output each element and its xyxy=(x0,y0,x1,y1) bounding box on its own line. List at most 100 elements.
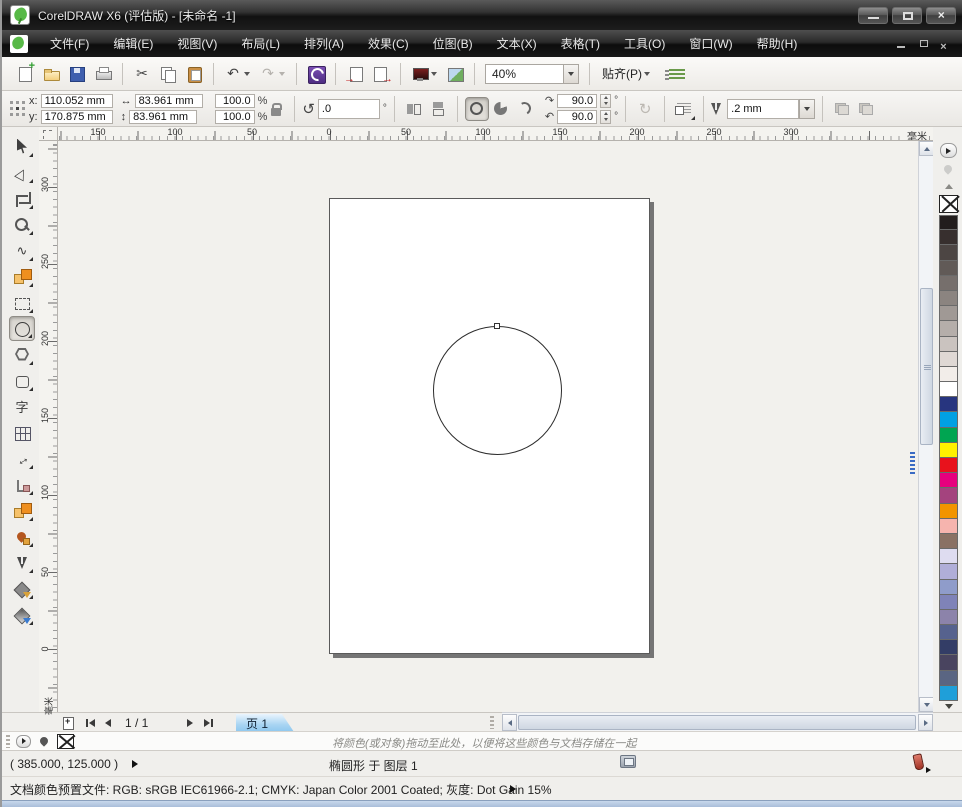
blend-tool[interactable] xyxy=(9,498,35,523)
color-swatch[interactable] xyxy=(939,275,958,291)
outline-indicator-flyout-icon[interactable] xyxy=(926,767,931,773)
menu-item[interactable]: 文本(X) xyxy=(485,30,549,57)
menu-item[interactable]: 文件(F) xyxy=(38,30,101,57)
scroll-down-button[interactable] xyxy=(919,697,934,712)
paste-button[interactable] xyxy=(181,62,207,86)
ellipse-mode-button[interactable] xyxy=(464,96,489,121)
smart-fill-tool[interactable] xyxy=(9,264,35,289)
welcome-screen-button[interactable] xyxy=(442,62,468,86)
menu-item[interactable]: 排列(A) xyxy=(292,30,356,57)
start-angle-field[interactable]: 90.0 xyxy=(557,93,598,108)
color-swatch[interactable] xyxy=(939,215,958,231)
straight-line-connector-tool[interactable] xyxy=(9,472,35,497)
menu-item[interactable]: 布局(L) xyxy=(229,30,292,57)
close-button[interactable]: × xyxy=(926,6,956,24)
color-swatch[interactable] xyxy=(939,366,958,383)
document-palette-eyedropper-icon[interactable] xyxy=(37,734,51,748)
color-swatch[interactable] xyxy=(939,382,958,398)
object-height-field[interactable]: 83.961 mm xyxy=(129,109,198,124)
save-button[interactable] xyxy=(64,62,90,86)
coords-flyout-icon[interactable] xyxy=(132,760,138,768)
document-palette-no-color-swatch[interactable] xyxy=(57,733,74,749)
outline-width-dropdown[interactable] xyxy=(799,98,816,119)
text-tool[interactable]: 字 xyxy=(9,394,35,419)
color-swatch[interactable] xyxy=(939,336,958,352)
y-position-field[interactable]: 170.875 mm xyxy=(40,109,113,124)
color-swatch[interactable] xyxy=(939,412,958,428)
document-palette-flyout-button[interactable] xyxy=(16,734,31,748)
color-swatch[interactable] xyxy=(939,397,958,413)
undo-button[interactable]: ↶ xyxy=(220,62,246,86)
color-swatch[interactable] xyxy=(939,655,958,671)
rectangle-tool[interactable] xyxy=(9,290,35,315)
fill-tool[interactable] xyxy=(9,576,35,601)
horizontal-scrollbar[interactable] xyxy=(502,712,933,731)
color-swatch[interactable] xyxy=(939,427,958,443)
color-swatch[interactable] xyxy=(939,670,958,686)
color-swatch[interactable] xyxy=(939,351,958,367)
color-swatch[interactable] xyxy=(939,306,958,322)
x-position-field[interactable]: 110.052 mm xyxy=(40,93,113,108)
doc-close-button[interactable]: × xyxy=(940,39,952,52)
color-swatch[interactable] xyxy=(939,321,958,337)
wrap-text-button[interactable] xyxy=(830,97,854,121)
mirror-vertical-button[interactable] xyxy=(426,97,450,121)
snap-to-button[interactable]: 贴齐(P) xyxy=(596,61,661,86)
restore-button[interactable] xyxy=(892,6,922,24)
color-swatch[interactable] xyxy=(939,609,958,626)
menu-item[interactable]: 帮助(H) xyxy=(745,30,810,57)
color-swatch[interactable] xyxy=(939,230,958,246)
search-content-button[interactable] xyxy=(303,62,329,86)
ellipse-node-handle[interactable] xyxy=(494,323,500,329)
end-angle-stepper[interactable] xyxy=(600,109,612,124)
doc-minimize-button[interactable] xyxy=(896,39,908,49)
menu-item[interactable]: 位图(B) xyxy=(421,30,485,57)
color-swatch[interactable] xyxy=(939,473,958,489)
color-eyedropper-tool[interactable] xyxy=(9,524,35,549)
interactive-fill-tool[interactable] xyxy=(9,602,35,627)
polygon-tool[interactable] xyxy=(9,342,35,367)
scale-y-field[interactable]: 100.0 xyxy=(214,109,255,124)
doc-restore-button[interactable] xyxy=(918,39,930,49)
zoom-dropdown-button[interactable] xyxy=(563,63,579,84)
parallel-dimension-tool[interactable]: ↔ xyxy=(9,446,35,471)
ellipse-tool[interactable] xyxy=(9,316,35,341)
outline-color-indicator-icon[interactable] xyxy=(912,753,925,771)
palette-eyedropper-icon[interactable] xyxy=(942,163,954,177)
drawing-canvas[interactable] xyxy=(58,141,918,712)
import-button[interactable] xyxy=(342,62,368,86)
color-swatch[interactable] xyxy=(939,245,958,261)
outline-width-value[interactable]: .2 mm xyxy=(727,98,800,119)
minimize-button[interactable] xyxy=(858,6,888,24)
outline-pen-tool[interactable] xyxy=(9,550,35,575)
docker-grip[interactable] xyxy=(910,452,915,474)
arc-mode-button[interactable] xyxy=(513,97,537,121)
options-icon[interactable] xyxy=(665,66,685,81)
start-angle-stepper[interactable] xyxy=(600,93,612,108)
vertical-scroll-thumb[interactable] xyxy=(920,288,933,445)
color-swatch[interactable] xyxy=(939,625,958,641)
shape-tool[interactable]: △ xyxy=(9,160,35,185)
print-button[interactable] xyxy=(90,62,116,86)
color-swatch[interactable] xyxy=(939,518,958,534)
scroll-up-button[interactable] xyxy=(919,141,934,156)
color-swatch[interactable] xyxy=(939,503,958,519)
first-page-button[interactable] xyxy=(82,715,98,730)
palette-flyout-button[interactable] xyxy=(940,143,957,158)
no-color-swatch[interactable] xyxy=(939,195,958,213)
application-launcher-button[interactable] xyxy=(407,62,433,86)
palette-scroll-down[interactable] xyxy=(942,702,955,710)
rotation-angle-field[interactable]: .0 xyxy=(317,98,380,119)
object-width-field[interactable]: 83.961 mm xyxy=(134,93,203,108)
palette-scroll-up[interactable] xyxy=(942,182,955,190)
color-swatch[interactable] xyxy=(939,549,958,565)
next-page-button[interactable] xyxy=(182,715,198,730)
redo-button[interactable]: ↷ xyxy=(255,62,281,86)
copy-button[interactable] xyxy=(155,62,181,86)
scroll-right-button[interactable] xyxy=(918,714,933,731)
color-swatch[interactable] xyxy=(939,533,958,550)
previous-page-button[interactable] xyxy=(100,715,116,730)
color-swatch[interactable] xyxy=(939,442,958,458)
menu-item[interactable]: 视图(V) xyxy=(165,30,229,57)
outline-width-combo[interactable]: .2 mm xyxy=(727,98,816,119)
